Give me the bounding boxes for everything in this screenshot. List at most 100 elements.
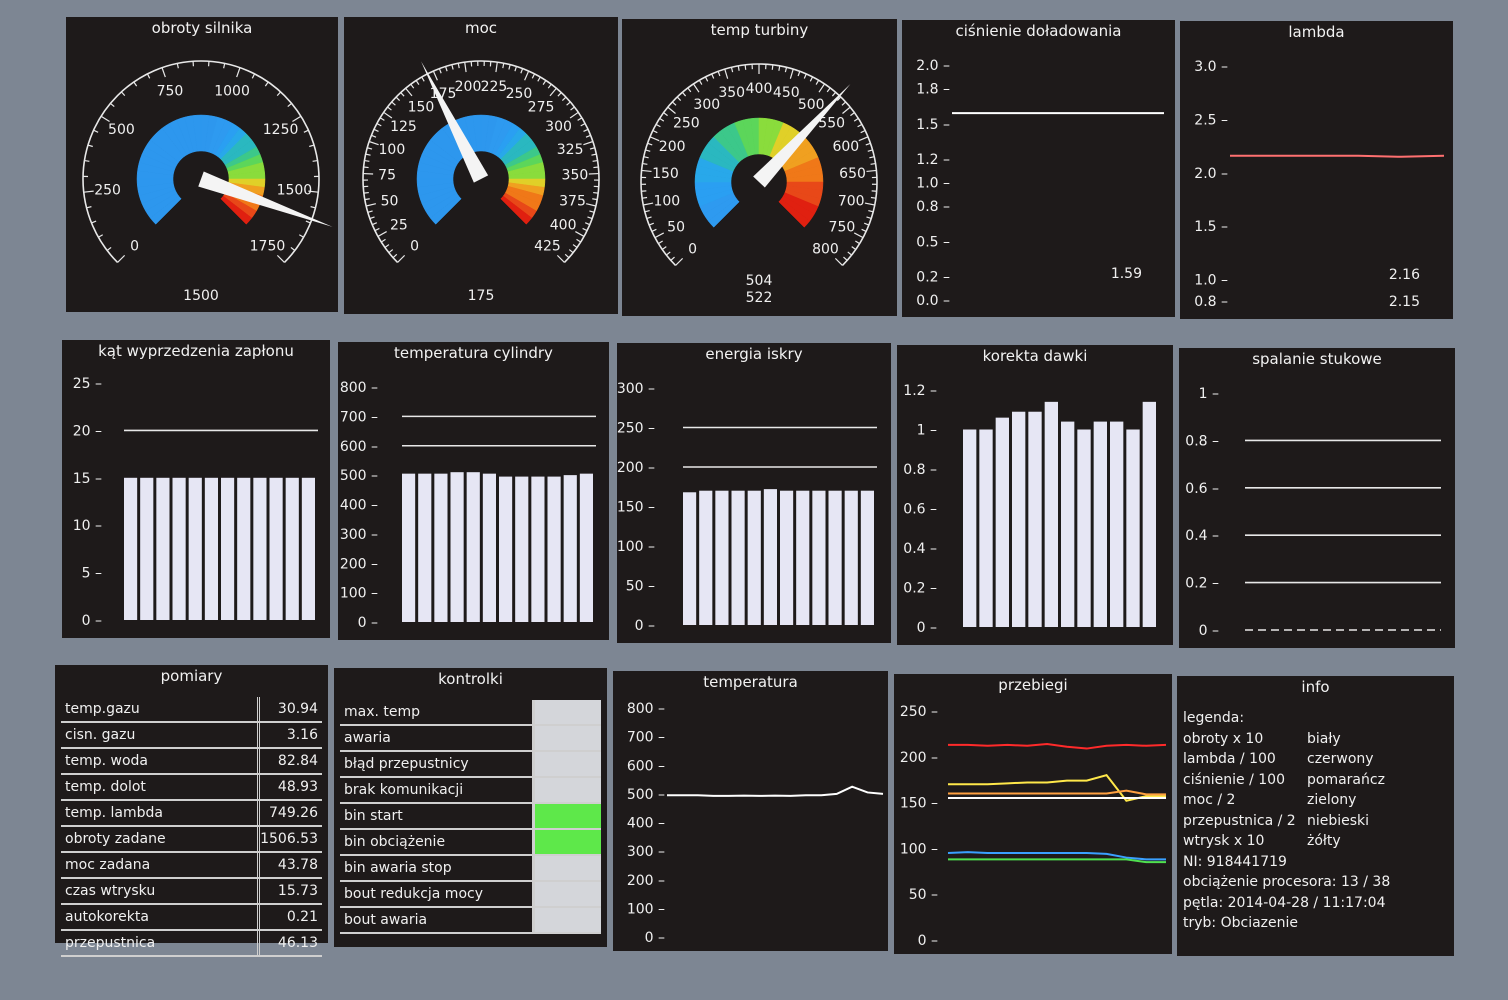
axis-tick-label: 800 – <box>627 701 665 717</box>
gauge-tick <box>514 66 517 72</box>
bar <box>963 429 977 627</box>
gauge-tick <box>93 129 99 133</box>
gauge-tick <box>698 79 703 85</box>
measurement-row: obroty zadane 1506.53 <box>61 827 322 853</box>
measurement-label: temp. dolot <box>65 779 146 795</box>
gauge-scale-label: 600 <box>832 139 859 155</box>
indicator-light <box>532 856 601 880</box>
axis-tick-label: 700 – <box>340 409 378 425</box>
gauge-tick <box>384 244 390 248</box>
measurement-label: temp. lambda <box>65 805 163 821</box>
axis-tick-label: 1.0 – <box>916 176 950 192</box>
measurement-value: 1506.53 <box>257 827 322 851</box>
gauge-tick <box>648 222 654 226</box>
gauge-tick <box>364 198 370 201</box>
gauge-scale-label: 0 <box>410 238 419 254</box>
gauge-tick <box>365 203 377 207</box>
indicator-row: bin obciążenie <box>340 830 601 856</box>
gauge-tick <box>397 254 406 263</box>
axis-tick-label: 50 – <box>626 579 655 595</box>
gauge-tick <box>642 162 648 165</box>
gauge-tick <box>671 101 677 106</box>
gauge-tick <box>464 62 467 73</box>
measurement-row: czas wtrysku 15.73 <box>61 879 322 905</box>
gauge-tick <box>803 73 807 79</box>
gauge-scale-label: 400 <box>746 81 773 97</box>
gauge-tick <box>591 153 597 156</box>
series-line <box>667 785 884 797</box>
indicator-label: bout awaria <box>344 912 428 928</box>
lambda-chart: 0.8 – 1.0 – 1.5 – 2.0 – 2.5 – 3.0 – 2.16 2.15 <box>1194 59 1445 310</box>
gauge-tick <box>371 222 378 226</box>
axis-tick-label: 0.4 – <box>903 541 937 557</box>
bar <box>1093 421 1107 627</box>
axis-tick-label: 200 – <box>340 556 378 572</box>
axis-tick-label: 0 – <box>917 620 937 636</box>
axis-tick-label: 800 – <box>340 380 378 396</box>
legend-name: obroty x 10 <box>1183 730 1264 747</box>
measurement-label: cisn. gazu <box>65 727 136 743</box>
line-panel-boost-pressure: ciśnienie doładowania 0.0 –0.2 –0.5 –0.8… <box>902 20 1175 317</box>
axis-tick-label: 0.4 – <box>1185 528 1219 544</box>
bar <box>269 477 283 620</box>
axis-tick-label: 1.0 – <box>1194 273 1228 289</box>
bar-panel-cylinder-temp: temperatura cylindry 0 –100 –200 –300 –4… <box>338 342 609 640</box>
gauge-tick <box>568 249 574 254</box>
axis-tick-label: 1 – <box>1199 386 1219 402</box>
gauge-tick <box>374 227 380 232</box>
gauge-tick <box>659 117 665 122</box>
axis-tick-label: 10 – <box>73 518 102 534</box>
gauge-bottom-label: 522 <box>746 290 773 306</box>
gauge-tick <box>176 63 179 69</box>
indicator-label: bin start <box>344 808 403 824</box>
gauge-tick <box>391 101 396 106</box>
gauge-bottom-label: 175 <box>468 288 495 304</box>
gauge-tick <box>589 147 595 150</box>
axis-tick-label: 100 – <box>900 841 938 857</box>
axis-tick-label: 3.0 – <box>1194 59 1228 75</box>
gauge-tick <box>369 216 375 220</box>
legend-color: biały <box>1307 730 1341 747</box>
bar <box>1077 429 1091 627</box>
gauge-tick <box>251 73 256 79</box>
measurement-row: cisn. gazu 3.16 <box>61 723 322 749</box>
axis-tick-label: 500 – <box>340 468 378 484</box>
axis-tick-label: 2.0 – <box>916 58 950 74</box>
measurement-label: autokorekta <box>65 909 149 925</box>
gauge-scale-label: 250 <box>673 115 700 131</box>
gauge-tick <box>853 117 859 122</box>
bar <box>1110 421 1124 627</box>
bar <box>188 477 202 620</box>
axis-tick-label: 0 – <box>645 930 665 946</box>
gauge-tick <box>655 123 661 128</box>
gauge-tick <box>547 83 552 89</box>
rpm-gauge: 0 250 500 750 1000 1250 1500 1750 1500 <box>82 60 333 304</box>
gauge-tick <box>711 73 715 79</box>
gauge-tick <box>647 142 653 146</box>
measurement-row: temp.gazu 30.94 <box>61 697 322 723</box>
gauge-tick <box>276 91 282 96</box>
bar <box>1126 429 1140 627</box>
waveforms-panel: przebiegi 0 –50 –100 –150 –200 –250 – <box>894 674 1172 954</box>
bar <box>237 477 251 620</box>
gauge-tick <box>644 209 650 213</box>
series-line <box>948 742 1167 750</box>
gauge-tick <box>592 198 598 201</box>
gauge-scale-label: 200 <box>455 79 482 95</box>
bar <box>221 477 235 620</box>
gauge-panel-turbine-temp: temp turbiny 0 50 100 150 200 250 300 350 400 450… <box>622 19 897 316</box>
gauge-tick <box>98 234 104 238</box>
gauge-tick <box>87 144 93 148</box>
gauge-tick <box>866 169 877 173</box>
bar <box>172 477 186 620</box>
gauge-tick <box>502 63 505 69</box>
gauge-tick <box>146 73 151 79</box>
gauge-tick <box>236 67 241 78</box>
bar <box>844 490 858 625</box>
axis-tick-label: 1 – <box>917 423 937 439</box>
gauge-scale-label: 650 <box>839 166 866 182</box>
measurement-label: obroty zadane <box>65 831 166 847</box>
gauge-tick <box>870 196 876 199</box>
gauge-tick <box>576 238 582 243</box>
temperature-panel: temperatura 0 –100 –200 –300 –400 –500 –… <box>613 671 888 951</box>
